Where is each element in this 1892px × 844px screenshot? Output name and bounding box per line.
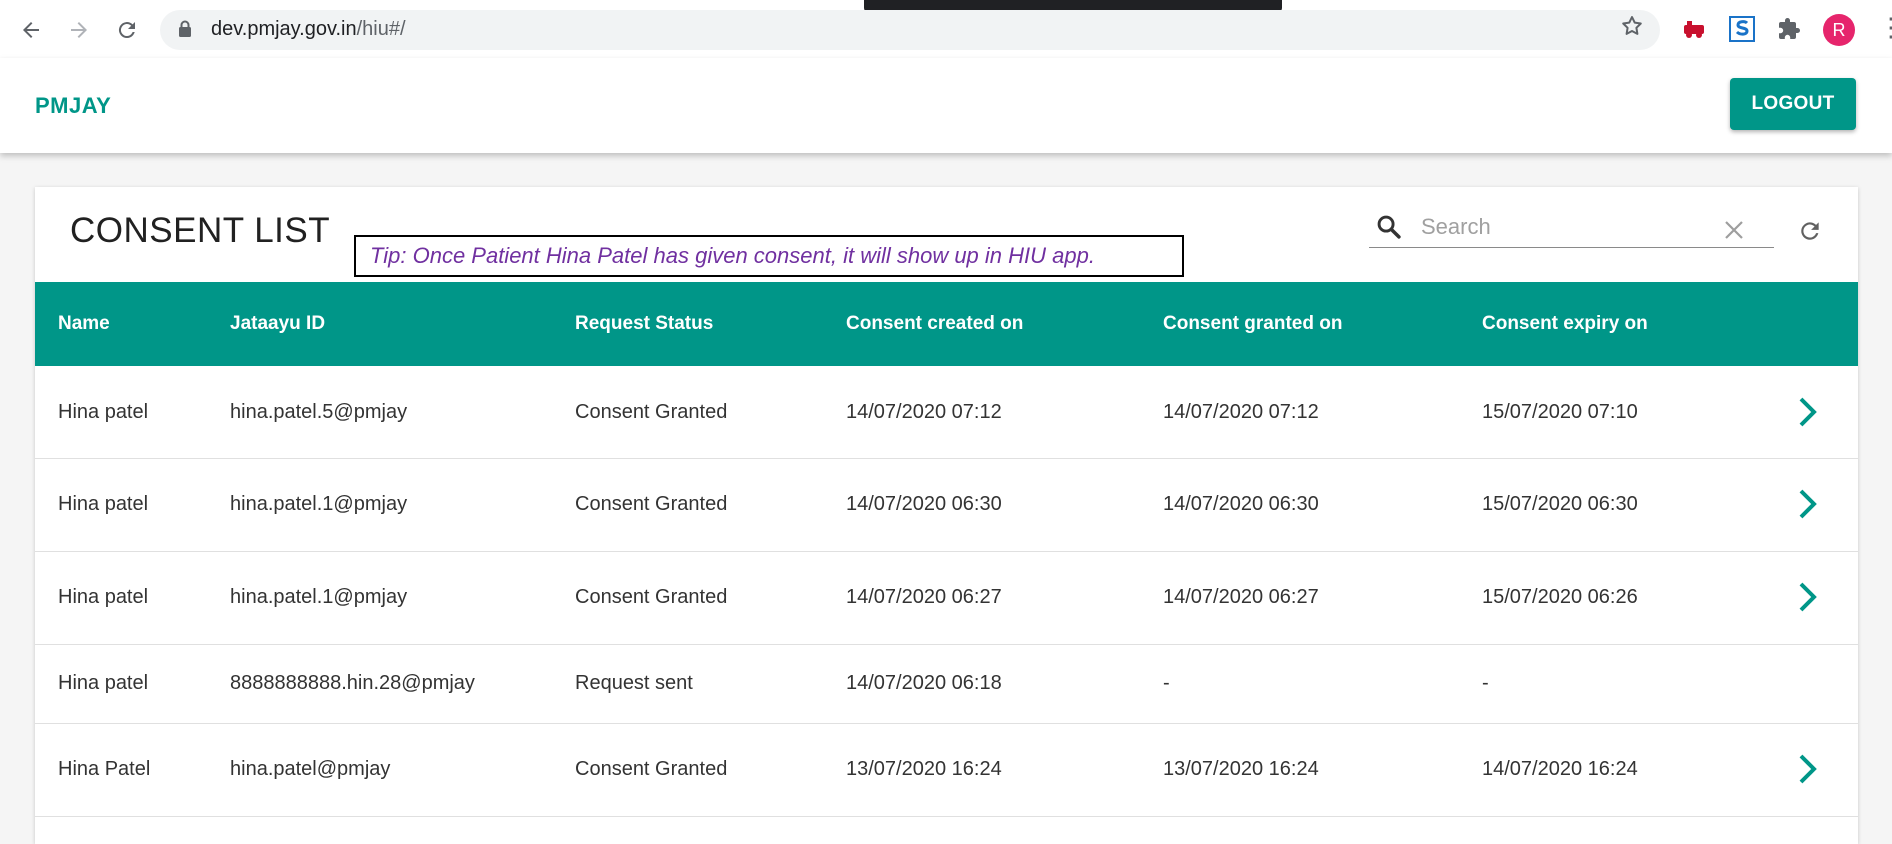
- extensions-puzzle-icon[interactable]: [1775, 15, 1803, 43]
- cell-status: Consent Granted: [575, 401, 728, 423]
- url-text[interactable]: dev.pmjay.gov.in/hiu#/: [211, 18, 406, 41]
- search-icon: [1375, 213, 1403, 246]
- cell-name: Hina Patel: [58, 758, 151, 780]
- cell-status: Consent Granted: [575, 758, 728, 780]
- table-row[interactable]: Hina patel hina.patel.5@pmjay Consent Gr…: [35, 366, 1858, 459]
- search-input[interactable]: [1419, 209, 1723, 245]
- chevron-right-icon[interactable]: [1792, 487, 1822, 526]
- cell-expiry: 14/07/2020 16:24: [1482, 758, 1638, 780]
- cell-created: 13/07/2020 16:24: [846, 758, 1002, 780]
- cell-status: Consent Granted: [575, 586, 728, 608]
- table-row[interactable]: Hina patel hina.patel.1@pmjay Consent Gr…: [35, 551, 1858, 645]
- chevron-right-icon[interactable]: [1792, 395, 1822, 434]
- star-icon[interactable]: [1620, 14, 1644, 45]
- table-header: Name Jataayu ID Request Status Consent c…: [35, 282, 1858, 366]
- search-box: [1369, 207, 1774, 248]
- cell-jataayu-id: 8888888888.hin.28@pmjay: [230, 672, 475, 694]
- table-row[interactable]: Hina patel hina.patel.1@pmjay Consent Gr…: [35, 458, 1858, 552]
- cell-granted: 13/07/2020 16:24: [1163, 758, 1319, 780]
- reload-icon[interactable]: [109, 12, 145, 48]
- column-header-created-on[interactable]: Consent created on: [846, 282, 1023, 366]
- column-header-expiry-on[interactable]: Consent expiry on: [1482, 282, 1648, 366]
- cell-created: 14/07/2020 06:18: [846, 672, 1002, 694]
- column-header-name[interactable]: Name: [58, 282, 110, 366]
- cell-created: 14/07/2020 06:27: [846, 586, 1002, 608]
- cell-status: Consent Granted: [575, 493, 728, 515]
- clear-search-icon[interactable]: [1723, 219, 1745, 246]
- tip-callout: Tip: Once Patient Hina Patel has given c…: [354, 235, 1184, 277]
- extension-s-icon[interactable]: [1728, 15, 1756, 43]
- brand-logo[interactable]: PMJAY: [35, 93, 111, 119]
- browser-toolbar: dev.pmjay.gov.in/hiu#/ R ⋮: [0, 0, 1892, 59]
- page-title: CONSENT LIST: [70, 211, 331, 250]
- cell-granted: 14/07/2020 06:30: [1163, 493, 1319, 515]
- cell-jataayu-id: hina.patel.5@pmjay: [230, 401, 408, 423]
- table-row[interactable]: Hina patel 8888888888.hin.28@pmjay Reque…: [35, 644, 1858, 724]
- lock-icon: [178, 20, 192, 38]
- cell-jataayu-id: hina.patel.1@pmjay: [230, 493, 408, 515]
- cell-granted: -: [1163, 672, 1170, 694]
- cell-name: Hina patel: [58, 401, 149, 423]
- column-header-granted-on[interactable]: Consent granted on: [1163, 282, 1342, 366]
- cell-created: 14/07/2020 06:30: [846, 493, 1002, 515]
- logout-button[interactable]: LOGOUT: [1730, 78, 1856, 130]
- cell-expiry: 15/07/2020 07:10: [1482, 401, 1638, 423]
- cell-jataayu-id: hina.patel.1@pmjay: [230, 586, 408, 608]
- column-header-request-status[interactable]: Request Status: [575, 282, 713, 366]
- avatar[interactable]: R: [1823, 14, 1855, 46]
- app-header: PMJAY LOGOUT: [0, 58, 1892, 153]
- consent-list-card: CONSENT LIST Tip: Once Patient Hina Pate…: [35, 187, 1858, 844]
- chevron-right-icon[interactable]: [1792, 752, 1822, 791]
- extension-red-icon[interactable]: [1680, 15, 1708, 43]
- column-header-jataayu-id[interactable]: Jataayu ID: [230, 282, 325, 366]
- cell-created: 14/07/2020 07:12: [846, 401, 1002, 423]
- back-icon[interactable]: [13, 12, 49, 48]
- chevron-right-icon[interactable]: [1792, 580, 1822, 619]
- cell-name: Hina patel: [58, 493, 149, 515]
- cell-granted: 14/07/2020 06:27: [1163, 586, 1319, 608]
- more-icon[interactable]: ⋮: [1878, 14, 1892, 40]
- table-row[interactable]: Hina Patel hina.patel@pmjay Consent Gran…: [35, 723, 1858, 817]
- cell-name: Hina patel: [58, 672, 149, 694]
- cell-expiry: 15/07/2020 06:30: [1482, 493, 1638, 515]
- forward-icon[interactable]: [61, 12, 97, 48]
- refresh-icon[interactable]: [1797, 218, 1823, 249]
- cell-expiry: 15/07/2020 06:26: [1482, 586, 1638, 608]
- cell-status: Request sent: [575, 672, 693, 694]
- cell-granted: 14/07/2020 07:12: [1163, 401, 1319, 423]
- cell-expiry: -: [1482, 672, 1489, 694]
- cell-name: Hina patel: [58, 586, 149, 608]
- cell-jataayu-id: hina.patel@pmjay: [230, 758, 391, 780]
